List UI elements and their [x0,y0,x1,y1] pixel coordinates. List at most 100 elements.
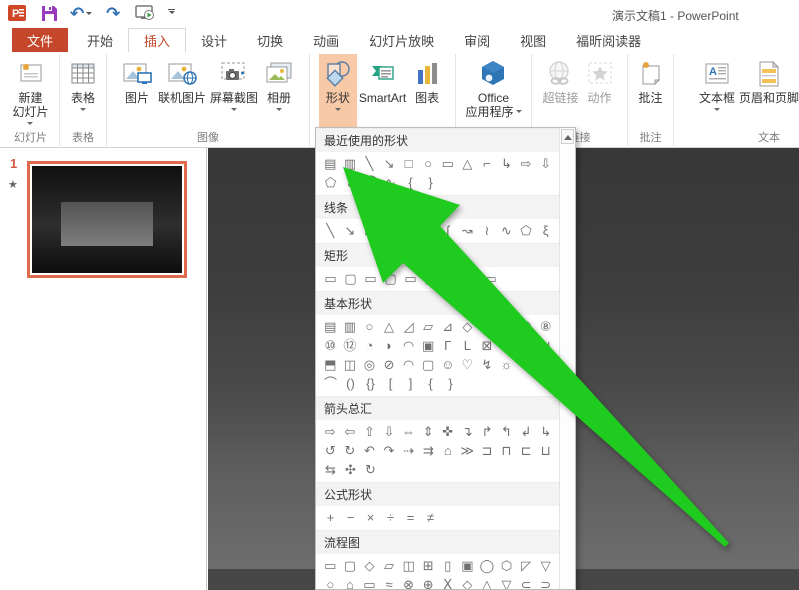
shape-item[interactable]: ⊂ [517,575,536,589]
shape-item[interactable]: ⬒ [321,355,340,374]
shape-item[interactable]: ↰ [497,422,516,441]
shape-item[interactable]: ▭ [441,269,460,288]
shape-item[interactable]: ▭ [321,556,340,575]
shape-item[interactable]: ◿ [399,317,418,336]
textbox-button[interactable]: A 文本框 [697,54,737,130]
shape-item[interactable]: ⇦ [341,422,360,441]
shape-item[interactable]: ○ [321,575,340,589]
shape-item[interactable]: { [401,173,420,192]
shape-item[interactable]: ▽ [497,575,516,589]
shape-item[interactable]: ◗ [380,336,399,355]
online-picture-button[interactable]: 联机图片 [156,54,208,130]
office-apps-button[interactable]: Office 应用程序 [463,54,523,130]
shape-item[interactable]: ξ [536,221,555,240]
shape-item[interactable]: ⑧ [536,317,555,336]
chart-button[interactable]: 图表 [408,54,446,130]
shape-item[interactable]: ⇔ [399,422,418,441]
shape-item[interactable]: [ [381,374,400,393]
shape-item[interactable]: ⌂ [341,575,360,589]
shape-item[interactable]: ▭ [401,269,420,288]
shape-item[interactable]: □ [399,154,418,173]
slide-thumbnail[interactable] [27,161,187,278]
shape-item[interactable]: ↘ [380,154,399,173]
tab-2[interactable]: 插入 [128,28,187,52]
shape-item[interactable]: ⌒ [361,173,380,192]
shape-item[interactable]: ⇆ [321,460,340,479]
shape-item[interactable]: ↳ [536,422,555,441]
shape-item[interactable]: ◇ [458,317,477,336]
shape-item[interactable]: ▽ [536,556,555,575]
shape-item[interactable]: { [421,374,440,393]
comment-button[interactable]: 批注 [632,54,670,130]
shape-item[interactable]: } [421,173,440,192]
shape-item[interactable]: ⬠ [321,173,340,192]
undo-button[interactable]: ↶ [70,5,93,22]
shape-item[interactable]: ▢ [341,269,360,288]
shape-item[interactable]: ▱ [380,556,399,575]
save-button[interactable] [38,2,60,24]
shape-item[interactable]: ▱ [419,317,438,336]
shape-item[interactable]: ⇩ [536,154,555,173]
shape-item[interactable]: ⇧ [360,422,379,441]
shape-item[interactable]: ⑩ [321,336,340,355]
shape-item[interactable]: ▭ [481,269,500,288]
shape-item[interactable]: ⇩ [380,422,399,441]
shape-item[interactable]: ╲ [360,154,379,173]
shape-item[interactable]: ⇨ [321,422,340,441]
shape-item[interactable]: ◯ [478,556,497,575]
tab-3[interactable]: 设计 [186,28,242,52]
shape-item[interactable]: ∿ [497,221,516,240]
shape-item[interactable]: L [458,336,477,355]
shape-item[interactable]: ⑫ [341,336,360,355]
scroll-up-button[interactable] [561,129,574,144]
shape-item[interactable]: Ⅹ [438,575,457,589]
shape-item[interactable]: ⊘ [380,355,399,374]
shape-item[interactable]: ▢ [419,355,438,374]
shape-item[interactable]: − [341,508,360,527]
shape-item[interactable]: } [441,374,460,393]
shape-item[interactable]: ⌐ [478,154,497,173]
shape-item[interactable]: ╲ [321,221,340,240]
shape-item[interactable]: ▭ [361,269,380,288]
customize-qat-button[interactable] [168,9,176,17]
shape-item[interactable]: ◇ [458,575,477,589]
start-slideshow-button[interactable] [134,2,156,24]
tab-8[interactable]: 视图 [505,28,561,52]
shape-item[interactable]: ⌒ [321,374,340,393]
shape-item[interactable]: ◎ [360,355,379,374]
shape-item[interactable]: ◫ [399,556,418,575]
shape-item[interactable]: ▭ [360,575,379,589]
shape-item[interactable]: ◔ [360,336,379,355]
shape-item[interactable]: ⇨ [517,154,536,173]
shape-item[interactable]: ◫ [341,355,360,374]
shape-item[interactable]: ⬠ [536,355,555,374]
shape-item[interactable]: △ [478,575,497,589]
shape-item[interactable]: △ [458,154,477,173]
shape-item[interactable]: ≠ [421,508,440,527]
shape-item[interactable]: ▢ [517,336,536,355]
tab-0[interactable]: 文件 [12,28,69,52]
new-slide-button[interactable]: 新建 幻灯片 [10,54,50,130]
action-button[interactable]: 动作 [581,54,619,130]
shape-item[interactable]: ▯ [438,556,457,575]
shape-item[interactable]: △ [380,317,399,336]
shape-item[interactable]: ▤ [321,154,340,173]
shape-item[interactable]: ↻ [341,441,360,460]
shape-item[interactable]: ✜ [438,422,457,441]
shape-item[interactable]: {} [361,374,380,393]
shape-item[interactable]: Γ [438,336,457,355]
shape-item[interactable]: ÷ [381,508,400,527]
hyperlink-button[interactable]: 超链接 [540,54,580,130]
shape-item[interactable]: ↯ [478,355,497,374]
shape-item[interactable]: ◸ [517,556,536,575]
shape-item[interactable]: ↳ [497,154,516,173]
shape-item[interactable]: ☾ [517,355,536,374]
shape-item[interactable]: ↱ [478,422,497,441]
picture-button[interactable]: 图片 [118,54,156,130]
shape-item[interactable]: ▥ [341,154,360,173]
shape-item[interactable]: ▢ [421,269,440,288]
shape-item[interactable]: × [361,508,380,527]
shape-item[interactable]: ≫ [458,441,477,460]
tab-5[interactable]: 动画 [298,28,354,52]
shape-item[interactable]: ⤢ [360,221,379,240]
